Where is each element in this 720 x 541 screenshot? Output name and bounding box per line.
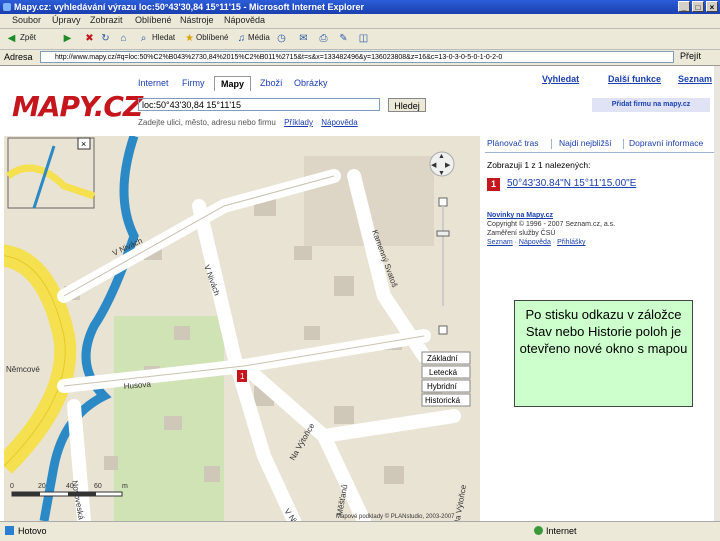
news-link-seznam[interactable]: Seznam — [487, 239, 513, 246]
status-text: Hotovo — [18, 526, 47, 536]
tab-zbozi[interactable]: Zboží — [260, 78, 283, 88]
help-link[interactable]: Nápověda — [321, 118, 357, 127]
stop-icon[interactable]: ✖ — [84, 33, 95, 44]
maximize-button[interactable]: □ — [692, 1, 704, 12]
page-icon — [5, 526, 14, 535]
map-view[interactable]: V Nivách Husova V Nivách Na Výtoňce Kame… — [4, 136, 480, 521]
svg-text:◀: ◀ — [431, 162, 437, 169]
overview-map[interactable]: × — [5, 137, 96, 209]
globe-icon — [534, 526, 543, 535]
map-canvas[interactable]: V Nivách Husova V Nivách Na Výtoňce Kame… — [4, 136, 480, 521]
address-bar: Adresa http://www.mapy.cz/#q=loc:50%C2%B… — [0, 50, 720, 66]
tab-find-nearest[interactable]: Najdi nejbližší — [559, 138, 611, 148]
menu-help[interactable]: Nápověda — [224, 15, 265, 25]
history-icon[interactable]: ◷ — [276, 33, 287, 44]
news-line: Copyright © 1996 - 2007 Seznam.cz, a.s. — [487, 221, 616, 228]
news-link-apply[interactable]: Přihlášky — [557, 239, 585, 246]
favorites-button[interactable]: Oblíbené — [196, 33, 228, 42]
browser-toolbar: ◀ Zpět ▶ ✖ ↻ ⌂ ⌕ Hledat ★ Oblíbené ♫ Méd… — [0, 29, 720, 50]
search-submit-button[interactable]: Hledej — [388, 98, 426, 112]
map-search-input[interactable]: loc:50°43'30,84 15°11'15 — [138, 98, 380, 111]
zoom-in-icon[interactable] — [438, 197, 448, 207]
search-icon[interactable]: ⌕ — [138, 33, 149, 44]
minimize-button[interactable]: _ — [678, 1, 690, 12]
vertical-scrollbar[interactable] — [714, 66, 720, 521]
address-input[interactable]: http://www.mapy.cz/#q=loc:50%C2%B043%273… — [40, 51, 674, 63]
news-box: Novinky na Mapy.cz Copyright © 1996 - 20… — [487, 211, 707, 247]
tab-firmy[interactable]: Firmy — [182, 78, 205, 88]
layer-aerial-label: Letecká — [429, 368, 458, 377]
seznam-link[interactable]: Seznam — [678, 74, 712, 84]
security-zone: Internet — [546, 526, 577, 536]
scale-tick: 0 — [10, 483, 14, 490]
news-link-help[interactable]: Nápověda — [519, 239, 551, 246]
more-functions-link[interactable]: Další funkce — [608, 74, 661, 84]
status-bar: Hotovo Internet — [0, 521, 720, 541]
result-coordinate-link[interactable]: 50°43'30.84"N 15°11'15.00"E — [507, 178, 636, 189]
refresh-icon[interactable]: ↻ — [100, 33, 111, 44]
print-icon[interactable]: ⎙ — [318, 33, 329, 44]
result-number-badge: 1 — [487, 178, 500, 191]
svg-text:▶: ▶ — [445, 162, 451, 169]
menu-favorites[interactable]: Oblíbené — [135, 15, 172, 25]
ie-icon — [3, 3, 11, 11]
zoom-out-icon[interactable] — [438, 325, 448, 335]
map-copyright: Mapové podklady © PLANstudio, 2003-2007 — [336, 513, 455, 520]
search-toolbar-button[interactable]: Hledat — [152, 33, 175, 42]
window-title: Mapy.cz: vyhledávání výrazu loc:50°43'30… — [14, 2, 364, 12]
menu-edit[interactable]: Úpravy — [52, 15, 81, 25]
close-button[interactable]: × — [706, 1, 718, 12]
tab-route-planner[interactable]: Plánovač tras — [487, 138, 539, 148]
street-label: Němcové — [6, 365, 40, 374]
favorites-icon[interactable]: ★ — [184, 33, 195, 44]
marker-number: 1 — [240, 372, 245, 381]
discuss-icon[interactable]: ◫ — [358, 33, 369, 44]
add-firm-button[interactable]: Přidat firmu na mapy.cz — [592, 98, 710, 112]
map-marker[interactable]: 1 — [237, 370, 247, 382]
hint-text: Zadejte ulici, město, adresu nebo firmu — [138, 118, 276, 127]
svg-text:▼: ▼ — [438, 170, 445, 177]
go-button[interactable]: Přejít — [680, 51, 701, 61]
media-button[interactable]: Média — [248, 33, 270, 42]
scale-tick: 40 — [66, 483, 74, 490]
menu-file[interactable]: Soubor — [12, 15, 41, 25]
back-button[interactable]: Zpět — [20, 33, 36, 42]
callout-note: Po stisku odkazu v záložce Stav nebo His… — [514, 300, 693, 407]
media-icon[interactable]: ♫ — [236, 33, 247, 44]
mapy-logo[interactable]: MAPY.CZ — [12, 90, 143, 123]
zoom-slider[interactable] — [436, 230, 450, 237]
edit-icon[interactable]: ✎ — [338, 33, 349, 44]
panel-tabs: Plánovač tras Najdi nejbližší Dopravní i… — [485, 136, 714, 153]
forward-icon[interactable]: ▶ — [62, 33, 73, 44]
tab-mapy[interactable]: Mapy — [214, 76, 252, 91]
print-link[interactable]: Vyhledat — [542, 74, 579, 84]
scale-unit: m — [122, 483, 128, 490]
menu-bar: Soubor Úpravy Zobrazit Oblíbené Nástroje… — [0, 14, 720, 29]
layer-basic-label: Základní — [427, 354, 458, 363]
tab-obrazky[interactable]: Obrázky — [294, 78, 328, 88]
svg-text:×: × — [81, 139, 86, 149]
layer-hybrid-label: Hybridní — [427, 382, 458, 391]
layer-historic-label: Historická — [425, 396, 461, 405]
back-icon[interactable]: ◀ — [6, 33, 17, 44]
news-title[interactable]: Novinky na Mapy.cz — [487, 211, 707, 220]
home-icon[interactable]: ⌂ — [118, 33, 129, 44]
scale-tick: 20 — [38, 483, 46, 490]
search-hint: Zadejte ulici, město, adresu nebo firmu … — [138, 118, 358, 127]
news-line: Zaměření služby ČSÚ — [487, 230, 556, 237]
address-label: Adresa — [4, 52, 33, 62]
page-content: MAPY.CZ Internet Firmy Mapy Zboží Obrázk… — [0, 66, 714, 521]
mail-icon[interactable]: ✉ — [298, 33, 309, 44]
window-titlebar: Mapy.cz: vyhledávání výrazu loc:50°43'30… — [0, 0, 720, 14]
scale-tick: 60 — [94, 483, 102, 490]
svg-text:▲: ▲ — [438, 153, 445, 160]
results-count: Zobrazuji 1 z 1 nalezených: — [487, 160, 591, 170]
examples-link[interactable]: Příklady — [284, 118, 313, 127]
tab-traffic-info[interactable]: Dopravní informace — [629, 138, 703, 148]
menu-tools[interactable]: Nástroje — [180, 15, 214, 25]
tab-internet[interactable]: Internet — [138, 78, 169, 88]
menu-view[interactable]: Zobrazit — [90, 15, 123, 25]
